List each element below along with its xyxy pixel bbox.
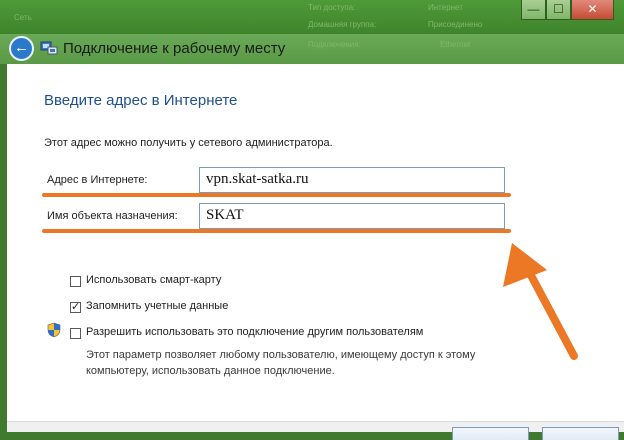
bg-window-text: Сеть <box>14 13 32 22</box>
network-connection-icon <box>40 41 58 55</box>
allow-others-note: Этот параметр позволяет любому пользоват… <box>86 347 536 379</box>
destination-name-input[interactable]: SKAT <box>199 203 505 229</box>
annotation-underline <box>42 193 511 197</box>
allow-others-note-line: компьютеру, использовать данное подключе… <box>86 365 335 377</box>
remember-credentials-checkbox[interactable]: ✓ <box>70 302 81 313</box>
bg-window-text: Ethernet <box>440 40 471 49</box>
annotation-underline <box>42 229 511 233</box>
wizard-footer <box>7 421 624 432</box>
window-titlebar: Сеть Тип доступа: Интернет Домашняя груп… <box>0 0 624 34</box>
allow-others-label: Разрешить использовать это подключение д… <box>86 326 424 338</box>
bg-window-text: Интернет <box>428 3 463 12</box>
destination-name-label: Имя объекта назначения: <box>47 210 178 222</box>
next-button[interactable] <box>452 427 529 440</box>
allow-others-note-line: Этот параметр позволяет любому пользоват… <box>86 349 476 361</box>
internet-address-input[interactable]: vpn.skat-satka.ru <box>199 167 505 193</box>
smart-card-checkbox[interactable] <box>70 276 81 287</box>
smart-card-label: Использовать смарт-карту <box>86 274 222 286</box>
uac-shield-icon <box>47 322 61 338</box>
internet-address-label: Адрес в Интернете: <box>47 174 148 186</box>
bg-window-text: Тип доступа: <box>308 3 356 12</box>
back-button[interactable]: ← <box>9 36 34 61</box>
back-arrow-icon: ← <box>14 39 29 56</box>
check-icon: ✓ <box>71 301 81 313</box>
wizard-content: Введите адрес в Интернете Этот адрес мож… <box>7 64 624 440</box>
maximize-button[interactable]: ☐ <box>546 0 571 20</box>
admin-hint-text: Этот адрес можно получить у сетевого адм… <box>44 137 333 149</box>
allow-others-checkbox[interactable] <box>70 328 81 339</box>
window-title: Подключение к рабочему месту <box>63 40 286 57</box>
page-heading: Введите адрес в Интернете <box>44 92 238 109</box>
minimize-button[interactable]: — <box>521 0 546 20</box>
bg-window-text: Присоединено <box>428 20 483 29</box>
close-button[interactable]: ✕ <box>571 0 614 20</box>
remember-credentials-label: Запомнить учетные данные <box>86 300 229 312</box>
cancel-button[interactable] <box>542 427 619 440</box>
bg-window-text: Домашняя группа: <box>308 20 377 29</box>
bg-window-text: Подключения: <box>308 40 361 49</box>
